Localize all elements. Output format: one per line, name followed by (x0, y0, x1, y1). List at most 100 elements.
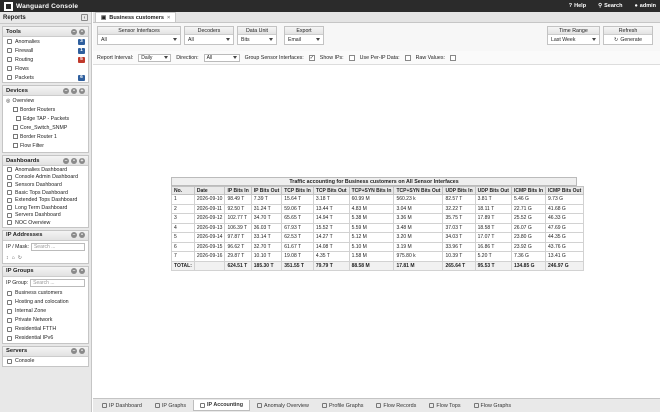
tab-flow-records[interactable]: Flow Records (370, 400, 422, 411)
sidebar-item-business-customers[interactable]: Business customers (3, 289, 88, 298)
collapse-icon[interactable]: – (71, 28, 77, 35)
servers-panel-header[interactable]: Servers – • (3, 346, 88, 357)
tab-ip-accounting[interactable]: IP Accounting (193, 400, 250, 411)
generate-button[interactable]: ↻ Generate (604, 35, 652, 44)
tab-profile-graphs[interactable]: Profile Graphs (316, 400, 369, 411)
settings-icon[interactable]: • (79, 232, 85, 239)
collapse-icon[interactable]: – (71, 232, 77, 239)
sidebar-item-extended-tops-dashboard[interactable]: Extended Tops Dashboard (3, 196, 88, 204)
use-per-ip-checkbox[interactable] (404, 54, 411, 61)
devices-panel-header[interactable]: Devices – • + (3, 86, 88, 96)
tab-business-customers[interactable]: ▣ Business customers × (95, 12, 177, 22)
tab-label: Flow Records (383, 402, 417, 409)
export-select[interactable]: Email (285, 35, 323, 44)
column-header-icmp-bits-out[interactable]: ICMP Bits Out (545, 186, 585, 195)
tab-ip-dashboard[interactable]: IP Dashboard (96, 400, 148, 411)
expand-icon[interactable]: ↕ (6, 255, 9, 261)
column-header-udp-bits-out[interactable]: UDP Bits Out (474, 186, 512, 195)
column-header-no[interactable]: No. (171, 186, 195, 195)
tab-anomaly-overview[interactable]: Anomaly Overview (251, 400, 315, 411)
data-unit-select[interactable]: Bits (238, 35, 276, 44)
collapse-sidebar-button[interactable]: ‹ (81, 14, 88, 21)
column-header-ip-bits-in[interactable]: IP Bits In (224, 186, 252, 195)
sidebar-item-firewall[interactable]: Firewall 1 (3, 46, 88, 55)
raw-values-checkbox[interactable] (449, 54, 456, 61)
sidebar-item-noc-overview[interactable]: NOC Overview (3, 219, 88, 227)
refresh-icon[interactable]: ↻ (18, 255, 22, 261)
sidebar-item-console-admin-dashboard[interactable]: Console Admin Dashboard (3, 174, 88, 182)
sidebar-item-anomalies[interactable]: Anomalies 3 (3, 37, 88, 46)
sidebar-item-console[interactable]: Console (3, 357, 88, 366)
column-header-icmp-bits-in[interactable]: ICMP Bits In (510, 186, 547, 195)
sidebar-item-private-network[interactable]: Private Network (3, 316, 88, 325)
group-sensor-checkbox[interactable]: ✓ (308, 54, 315, 61)
dashboard-icon (7, 197, 12, 203)
tab-ip-graphs[interactable]: IP Graphs (149, 400, 192, 411)
settings-icon[interactable]: • (79, 348, 85, 355)
collapse-icon[interactable]: – (71, 348, 77, 355)
tree-item-border-routers[interactable]: Border Routers (3, 105, 88, 114)
home-icon[interactable]: ⌂ (12, 255, 15, 261)
tree-item-flow-filter[interactable]: Flow Filter (3, 141, 88, 150)
tab-flow-graphs[interactable]: Flow Graphs (468, 400, 518, 411)
sidebar-item-flows[interactable]: Flows (3, 64, 88, 73)
tree-item-border-router-1[interactable]: Border Router 1 (3, 132, 88, 141)
tree-item-edge-tap-packets[interactable]: Edge TAP - Packets (3, 114, 88, 123)
settings-icon[interactable]: • (71, 157, 77, 164)
sidebar-item-residential-ipv6[interactable]: Residential IPv6 (3, 334, 88, 343)
search-button[interactable]: ⚲ Search (598, 3, 622, 9)
sidebar-item-routing[interactable]: Routing 5 (3, 55, 88, 64)
settings-icon[interactable]: • (79, 28, 85, 35)
report-interval-select[interactable]: Daily (138, 53, 172, 62)
tree-item-core-switch-snmp[interactable]: Core_Switch_SNMP (3, 123, 88, 132)
sidebar-item-residential-ftth[interactable]: Residential FTTH (3, 325, 88, 334)
ip-mask-search-input[interactable]: Search ... (30, 242, 85, 251)
dashboards-panel: Dashboards – • + Anomalies Dashboard Consol… (2, 155, 89, 228)
column-header-tcp-bits-in[interactable]: TCP Bits In (281, 186, 314, 195)
close-tab-icon[interactable]: × (167, 15, 170, 21)
table-cell: 3.48 M (393, 222, 444, 233)
sidebar-item-sensors-dashboard[interactable]: Sensors Dashboard (3, 181, 88, 189)
column-header-tcp-bits-out[interactable]: TCP Bits Out (312, 186, 350, 195)
table-cell: 32.70 T (250, 241, 283, 252)
tools-panel-header[interactable]: Tools – • (3, 27, 88, 37)
sidebar-item-hosting-and-colocation[interactable]: Hosting and colocation (3, 298, 88, 307)
column-header-ip-bits-out[interactable]: IP Bits Out (250, 186, 283, 195)
ip-addresses-panel-header[interactable]: IP Addresses – • (3, 230, 88, 241)
collapse-icon[interactable]: – (63, 157, 69, 164)
collapse-icon[interactable]: – (71, 268, 77, 275)
ip-group-search-input[interactable]: Search ... (30, 278, 85, 287)
tab-flow-tops[interactable]: Flow Tops (423, 400, 466, 411)
table-cell: 23.80 G (510, 232, 547, 243)
collapse-icon[interactable]: – (63, 87, 69, 94)
column-header-date[interactable]: Date (193, 186, 226, 195)
dashboards-panel-header[interactable]: Dashboards – • + (3, 156, 88, 166)
column-header-tcp-syn-bits-in[interactable]: TCP+SYN Bits In (348, 186, 395, 195)
sidebar-item-servers-dashboard[interactable]: Servers Dashboard (3, 212, 88, 220)
data-unit-value: Bits (241, 36, 250, 43)
table-cell: 29.87 T (224, 251, 252, 262)
export-value: Email (288, 36, 301, 43)
tree-item-overview[interactable]: ◎ Overview (3, 96, 88, 105)
help-menu[interactable]: ? Help (569, 3, 586, 9)
add-icon[interactable]: + (79, 87, 85, 94)
sidebar-item-long-term-dashboard[interactable]: Long Term Dashboard (3, 204, 88, 212)
column-header-tcp-syn-bits-out[interactable]: TCP+SYN Bits Out (393, 186, 444, 195)
add-icon[interactable]: + (79, 157, 85, 164)
sidebar-item-anomalies-dashboard[interactable]: Anomalies Dashboard (3, 166, 88, 174)
table-cell: 96.62 T (224, 241, 252, 252)
sensor-interfaces-select[interactable]: All (98, 35, 180, 44)
sidebar-item-basic-tops-dashboard[interactable]: Basic Tops Dashboard (3, 189, 88, 197)
user-menu[interactable]: ● admin (634, 3, 656, 9)
sidebar-item-packets[interactable]: Packets 6 (3, 73, 88, 82)
table-cell: 975.80 k (393, 251, 444, 262)
time-range-select[interactable]: Last Week (548, 35, 599, 44)
settings-icon[interactable]: • (79, 268, 85, 275)
sidebar-item-internal-zone[interactable]: Internal Zone (3, 307, 88, 316)
settings-icon[interactable]: • (71, 87, 77, 94)
show-ips-checkbox[interactable] (348, 54, 355, 61)
decoders-select[interactable]: All (185, 35, 233, 44)
ip-groups-panel-header[interactable]: IP Groups – • (3, 266, 88, 277)
direction-select[interactable]: All (203, 53, 240, 62)
column-header-udp-bits-in[interactable]: UDP Bits In (442, 186, 476, 195)
